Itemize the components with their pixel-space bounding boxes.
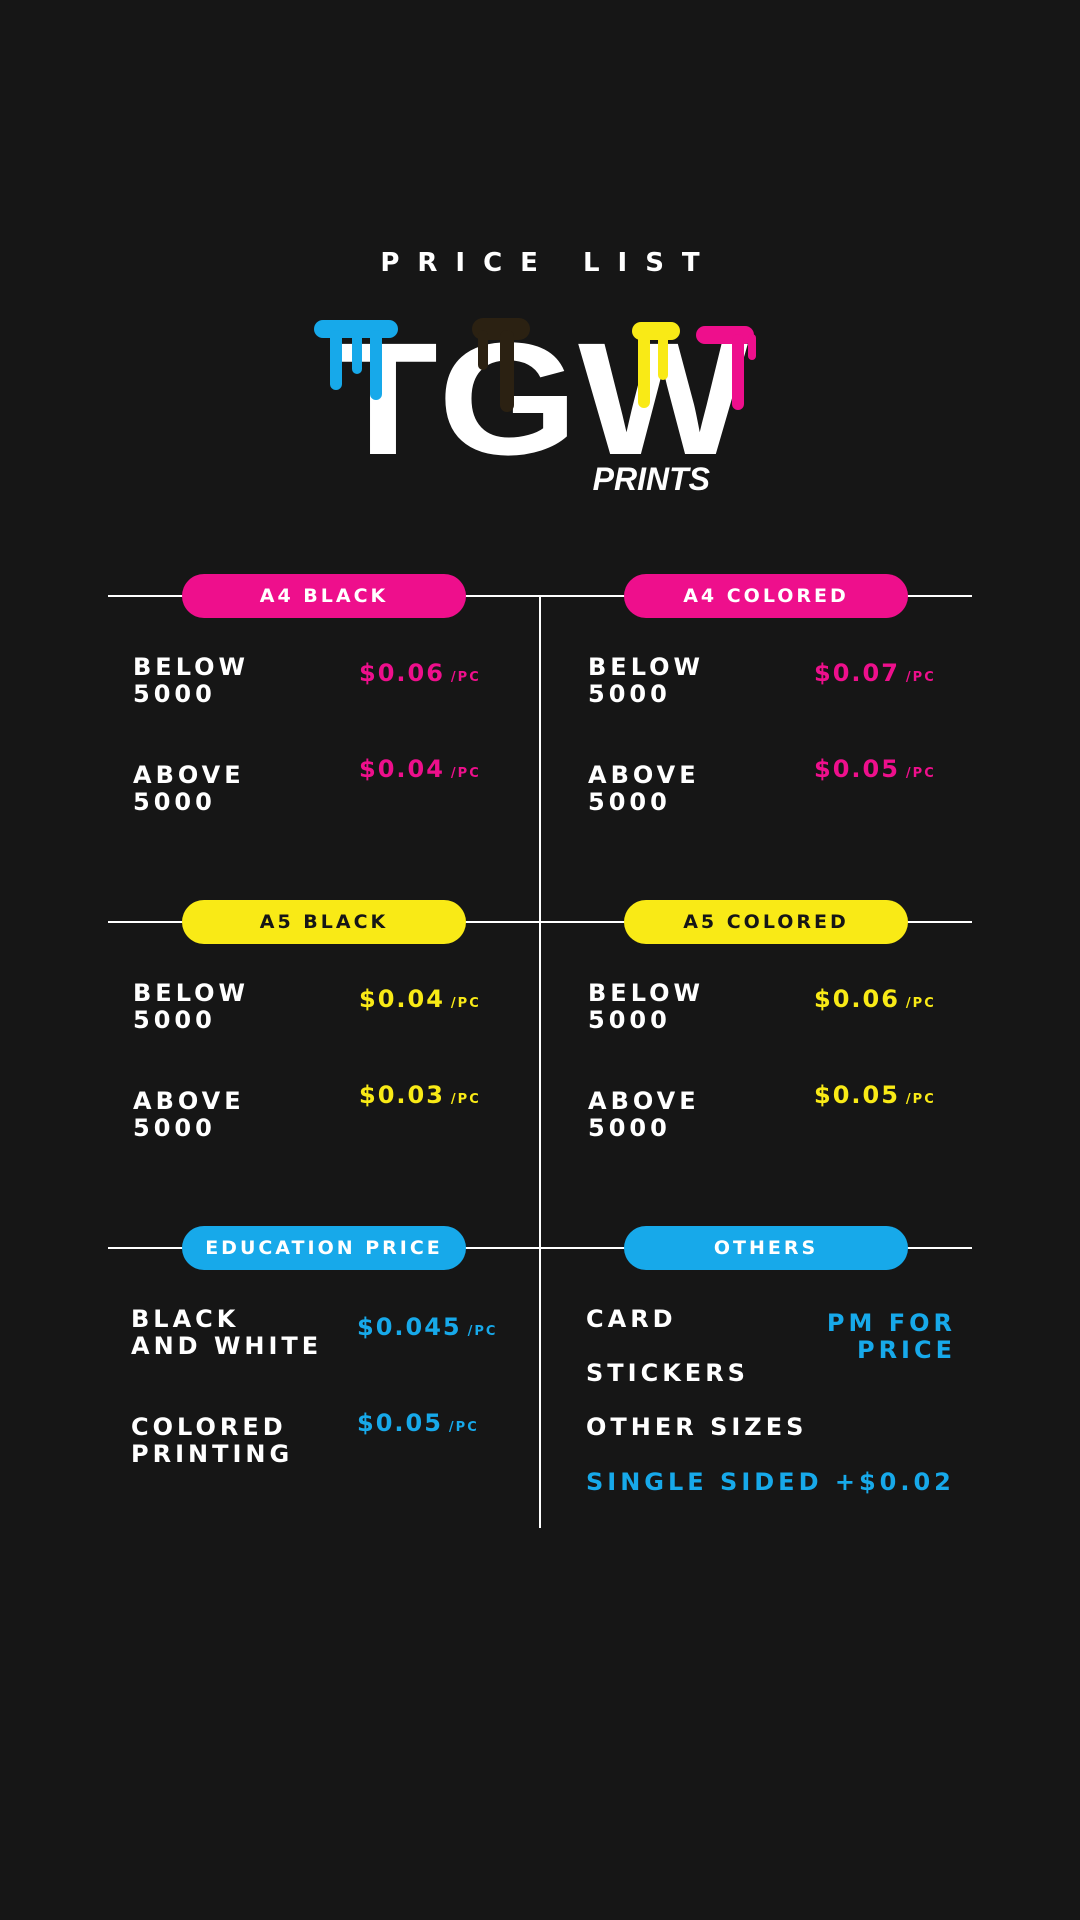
education-row-2-price: $0.05/PC (357, 1409, 479, 1437)
a4-colored-row-2-label: ABOVE 5000 (588, 761, 700, 816)
a5-colored-row-1-label: BELOW 5000 (588, 979, 704, 1034)
a4-black-heading: A4 BLACK (182, 574, 466, 618)
a5-colored-row-2-label: ABOVE 5000 (588, 1087, 700, 1142)
education-row-1-label: BLACK AND WHITE (131, 1305, 323, 1360)
education-row-2-label: COLORED PRINTING (131, 1413, 294, 1468)
center-divider (539, 596, 541, 1528)
others-item-stickers: STICKERS (586, 1359, 749, 1387)
single-sided-surcharge: SINGLE SIDED +$0.02 (586, 1468, 955, 1496)
a4-black-row-2-label: ABOVE 5000 (133, 761, 245, 816)
pm-for-price-note: PM FOR PRICE (826, 1309, 956, 1364)
price-list-title: PRICE LIST (380, 248, 718, 278)
a5-black-row-2-label: ABOVE 5000 (133, 1087, 245, 1142)
others-heading: OTHERS (624, 1226, 908, 1270)
a5-colored-heading: A5 COLORED (624, 900, 908, 944)
others-item-card: CARD (586, 1305, 677, 1333)
a5-colored-row-2-price: $0.05/PC (814, 1081, 936, 1109)
a4-colored-row-1-price: $0.07/PC (814, 659, 936, 687)
a5-black-row-1-price: $0.04/PC (359, 985, 481, 1013)
a4-black-row-2-price: $0.04/PC (359, 755, 481, 783)
a4-black-row-1-label: BELOW 5000 (133, 653, 249, 708)
others-item-other-sizes: OTHER SIZES (586, 1413, 808, 1441)
tgw-prints-logo: TGW PRINTS (300, 309, 780, 500)
a4-colored-heading: A4 COLORED (624, 574, 908, 618)
a4-colored-row-1-label: BELOW 5000 (588, 653, 704, 708)
a5-black-row-1-label: BELOW 5000 (133, 979, 249, 1034)
education-row-1-price: $0.045/PC (357, 1313, 498, 1341)
a5-black-heading: A5 BLACK (182, 900, 466, 944)
logo-sub-text: PRINTS (593, 461, 711, 497)
a4-colored-row-2-price: $0.05/PC (814, 755, 936, 783)
a5-colored-row-1-price: $0.06/PC (814, 985, 936, 1013)
a4-black-row-1-price: $0.06/PC (359, 659, 481, 687)
education-price-heading: EDUCATION PRICE (182, 1226, 466, 1270)
a5-black-row-2-price: $0.03/PC (359, 1081, 481, 1109)
